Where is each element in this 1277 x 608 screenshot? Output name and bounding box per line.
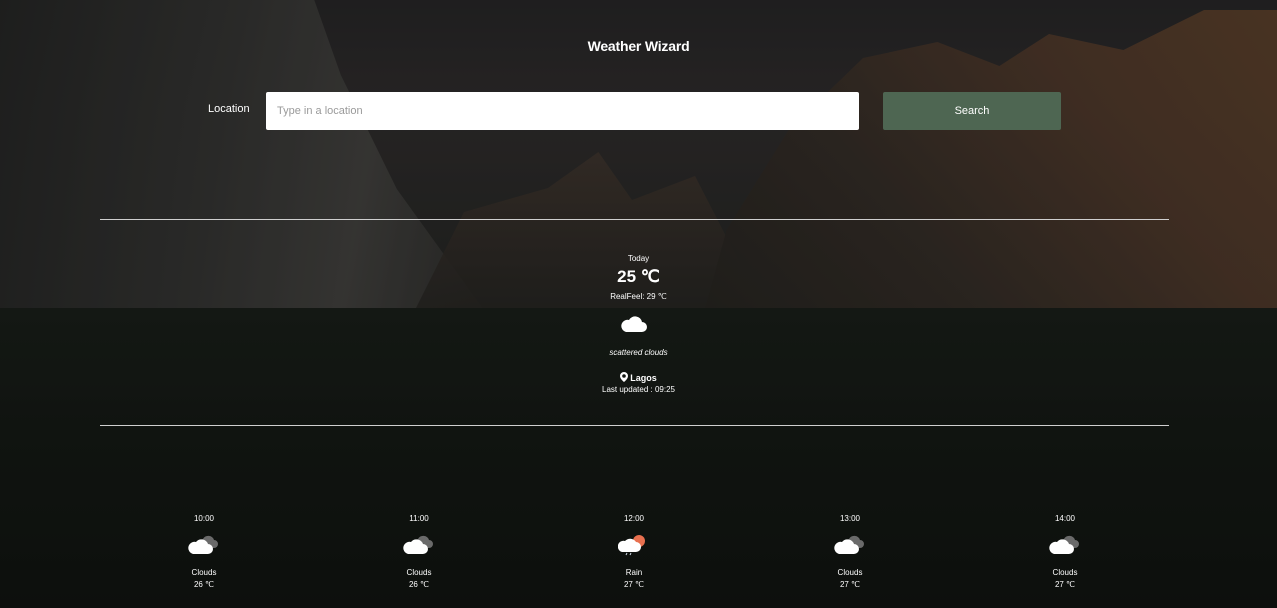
hour-temperature: 27 ℃ [1054,580,1076,589]
last-updated: Last updated : 09:25 [602,385,675,394]
map-pin-icon [620,372,629,382]
hourly-forecast-item: 13:00 Clouds 27 ℃ [790,514,910,589]
hourly-forecast-item: 14:00 Clouds 27 ℃ [1005,514,1125,589]
hour-condition: Clouds [406,568,432,577]
hour-condition: Clouds [1052,568,1078,577]
hourly-forecast-item: 12:00 Rain 27 ℃ [574,514,694,589]
hour-condition: Rain [625,568,643,577]
hour-time: 14:00 [1054,514,1076,523]
hour-time: 11:00 [409,514,429,523]
app-container: Weather Wizard Location Search Today 25 … [0,0,1277,608]
realfeel-text: RealFeel: 29 ℃ [610,292,667,301]
clouds-icon [144,528,264,568]
hour-time: 13:00 [839,514,861,523]
hour-time: 10:00 [193,514,215,523]
hour-condition: Clouds [837,568,863,577]
hour-temperature: 26 ℃ [408,580,430,589]
hour-condition: Clouds [191,568,217,577]
hour-temperature: 27 ℃ [623,580,645,589]
location-label: Location [208,103,250,115]
rain-icon [574,528,694,568]
divider-bottom [100,425,1169,426]
clouds-icon [359,528,479,568]
location-input[interactable] [266,92,859,130]
today-label: Today [627,254,650,263]
hourly-forecast-item: 11:00 Clouds 26 ℃ [359,514,479,589]
hour-time: 12:00 [623,514,645,523]
hour-temperature: 26 ℃ [193,580,215,589]
city-location: Lagos [0,372,1277,383]
weather-description: scattered clouds [609,348,668,357]
current-temperature: 25 ℃ [617,267,660,286]
cloud-icon [620,314,648,339]
city-name: Lagos [630,373,657,383]
divider-top [100,219,1169,220]
hour-temperature: 27 ℃ [839,580,861,589]
hourly-forecast-item: 10:00 Clouds 26 ℃ [144,514,264,589]
clouds-icon [1005,528,1125,568]
search-button[interactable]: Search [883,92,1061,130]
clouds-icon [790,528,910,568]
app-title: Weather Wizard [587,38,690,54]
